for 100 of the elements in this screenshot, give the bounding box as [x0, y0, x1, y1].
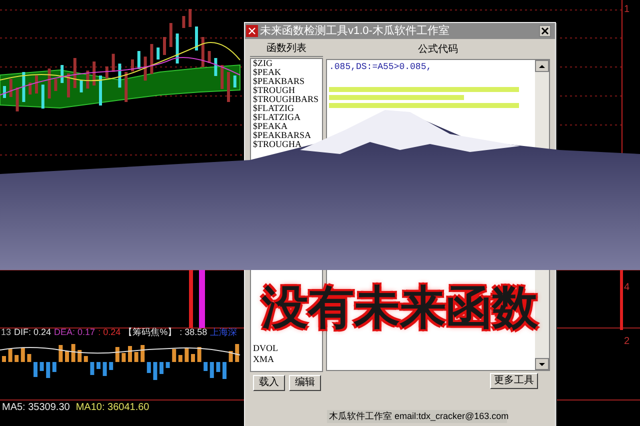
macd-bar: [210, 362, 214, 378]
candlestick: [35, 76, 38, 94]
overlay-caption: 没有未来函数: [262, 282, 538, 332]
macd-bar: [8, 349, 12, 362]
legend-text: MA10: 36041.60: [76, 402, 150, 414]
indicator-bar: [189, 270, 193, 328]
axis-label: 4: [624, 282, 630, 294]
candlestick: [124, 72, 128, 102]
candlestick: [182, 16, 186, 28]
candlestick: [233, 76, 236, 88]
candlestick: [156, 48, 160, 60]
macd-bar: [2, 356, 6, 362]
macd-bar: [71, 344, 76, 362]
legend-text: : 0.24: [98, 327, 121, 338]
candlestick: [105, 66, 108, 78]
macd-bar: [96, 362, 100, 369]
macd-bar: [204, 362, 208, 371]
close-icon: [541, 27, 549, 35]
macd-bar: [134, 352, 138, 362]
legend-text: 13: [1, 327, 12, 338]
candlestick: [48, 68, 51, 98]
candlestick: [201, 37, 204, 67]
macd-bar: [160, 362, 164, 374]
scroll-down-button[interactable]: [535, 358, 549, 370]
macd-bar: [140, 345, 145, 362]
macd-bar: [52, 362, 56, 372]
candlestick: [188, 9, 192, 27]
action-button[interactable]: 编辑: [289, 375, 321, 391]
macd-bar: [122, 353, 126, 362]
app-icon: [246, 25, 258, 37]
candlestick: [163, 37, 166, 55]
more-tools-button[interactable]: 更多工具: [490, 373, 538, 389]
list-item[interactable]: $PEAKBARSA: [253, 131, 322, 140]
macd-bar: [40, 362, 44, 371]
candlestick: [86, 70, 90, 89]
code-line: .085,DS:=A55>0.085,: [329, 62, 433, 73]
macd-bar: [228, 351, 233, 362]
macd-bar: [184, 348, 189, 362]
list-item[interactable]: $FLATZIG: [253, 104, 322, 113]
macd-bar: [172, 349, 176, 362]
list-item[interactable]: $TROUGH: [253, 86, 322, 95]
candlestick: [99, 76, 102, 106]
candlestick: [22, 72, 26, 102]
macd-bar: [65, 351, 69, 362]
list-item[interactable]: $ZIG: [253, 59, 322, 68]
list-header: 函数列表: [250, 41, 323, 57]
macd-bar: [115, 347, 120, 362]
macd-bar: [84, 356, 88, 362]
candlestick: [214, 58, 218, 76]
legend-text: DIF: 0.24: [14, 327, 52, 338]
macd-bar: [146, 362, 151, 373]
macd-bar: [216, 362, 220, 372]
candlestick: [3, 86, 6, 98]
list-item[interactable]: DVOL: [253, 343, 322, 354]
candlestick: [208, 51, 211, 63]
macd-bar: [20, 348, 25, 362]
macd-bar: [178, 355, 182, 362]
candlestick: [73, 58, 76, 88]
list-item[interactable]: $PEAK: [253, 68, 322, 77]
macd-bar: [222, 362, 226, 379]
candlestick: [144, 56, 147, 81]
candlestick: [16, 87, 19, 112]
candlestick: [9, 79, 12, 97]
close-button[interactable]: [539, 25, 551, 37]
action-button[interactable]: 载入: [253, 375, 285, 391]
candlestick: [220, 65, 224, 89]
candlestick: [92, 62, 96, 86]
macd-bar: [78, 350, 82, 362]
candlestick: [137, 51, 140, 69]
indicator-bar: [620, 270, 623, 330]
list-item[interactable]: $PEAKBARS: [253, 77, 322, 86]
candlestick: [41, 84, 44, 109]
list-item[interactable]: $TROUGHBARS: [253, 95, 322, 104]
axis-label: 1: [624, 4, 630, 16]
candlestick: [176, 34, 179, 64]
footer-text: 木瓜软件工作室 email:tdx_cracker@163.com: [327, 410, 507, 423]
legend-text: MA5: 35309.30: [2, 402, 70, 414]
macd-bar: [27, 354, 32, 362]
down-arrow-icon: [539, 362, 545, 366]
candlestick: [60, 65, 64, 83]
macd-bar: [46, 362, 50, 378]
indicator-bar: [199, 270, 205, 328]
candlestick: [150, 44, 154, 74]
code-header: 公式代码: [417, 42, 459, 57]
legend-text: 【筹码焦%】: [124, 327, 177, 338]
macd-bar: [90, 362, 94, 375]
macd-bar: [153, 362, 158, 380]
candlestick: [169, 23, 172, 47]
list-item[interactable]: $PEAKA: [253, 122, 322, 131]
candlestick: [54, 79, 58, 91]
candlestick: [131, 59, 134, 72]
macd-bar: [166, 362, 170, 368]
macd-bar: [34, 362, 38, 377]
list-item[interactable]: $FLATZIGA: [253, 113, 322, 122]
macd-bar: [235, 344, 240, 362]
list-item[interactable]: XMA: [253, 354, 322, 365]
candlestick: [195, 26, 198, 50]
candlestick: [112, 54, 115, 72]
scroll-up-button[interactable]: [535, 60, 549, 72]
macd-bar: [58, 345, 63, 362]
